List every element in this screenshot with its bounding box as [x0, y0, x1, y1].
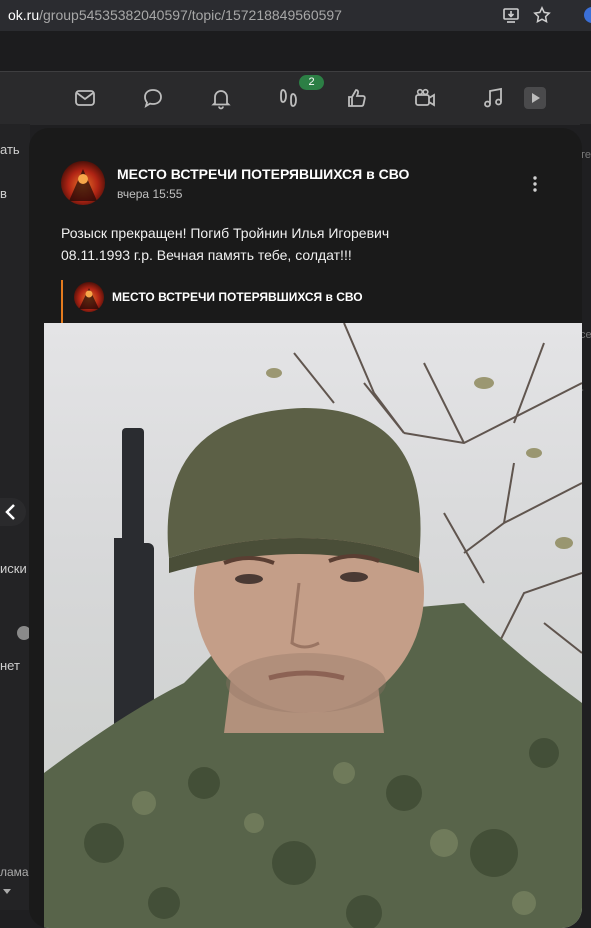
group-name[interactable]: МЕСТО ВСТРЕЧИ ПОТЕРЯВШИХСЯ в СВО	[117, 166, 409, 182]
sidebar-item-4[interactable]: нет	[0, 658, 20, 673]
bookmark-star-icon[interactable]	[533, 6, 551, 24]
chevron-left-icon	[5, 504, 15, 520]
sidebar-item-2[interactable]: в	[0, 186, 7, 201]
post-photo[interactable]	[44, 323, 582, 928]
group-avatar[interactable]	[61, 161, 105, 205]
mail-icon[interactable]	[73, 86, 97, 110]
music-icon[interactable]	[481, 86, 505, 110]
video-icon[interactable]	[413, 86, 437, 110]
play-icon[interactable]	[524, 87, 546, 109]
notification-badge: 2	[299, 75, 324, 90]
post-text-line-1: Розыск прекращен! Погиб Тройнин Илья Иго…	[61, 225, 390, 241]
repost-group-avatar[interactable]	[74, 282, 104, 312]
chevron-down-icon[interactable]	[2, 888, 12, 896]
repost-group-name[interactable]: МЕСТО ВСТРЕЧИ ПОТЕРЯВШИХСЯ в СВО	[112, 290, 363, 304]
page-header-strip	[0, 31, 591, 71]
post-time[interactable]: вчера 15:55	[117, 187, 182, 201]
url-host: ok.ru	[8, 7, 40, 23]
more-options-icon[interactable]	[525, 174, 545, 194]
install-app-icon[interactable]	[502, 6, 520, 24]
post-text: Розыск прекращен! Погиб Тройнин Илья Иго…	[61, 222, 541, 266]
browser-address-bar[interactable]: ok.ru/group54535382040597/topic/15721884…	[0, 0, 591, 32]
sidebar-item-3[interactable]: иски	[0, 561, 27, 576]
chat-icon[interactable]	[141, 86, 165, 110]
url-field[interactable]: ok.ru/group54535382040597/topic/15721884…	[8, 7, 342, 23]
profile-icon[interactable]	[583, 6, 591, 24]
sidebar-item-5[interactable]: лама	[0, 865, 29, 879]
post-modal: МЕСТО ВСТРЕЧИ ПОТЕРЯВШИХСЯ в СВО вчера 1…	[29, 128, 582, 928]
bell-icon[interactable]	[209, 86, 233, 110]
toggle-icon[interactable]	[14, 624, 30, 642]
sidebar-item-1[interactable]: ать	[0, 142, 20, 157]
back-button[interactable]	[0, 498, 26, 526]
like-icon[interactable]	[345, 86, 369, 110]
top-navigation	[0, 71, 591, 125]
guests-icon[interactable]	[277, 86, 301, 110]
soldier-photo-image	[44, 323, 582, 928]
post-text-line-2: 08.11.1993 г.р. Вечная память тебе, солд…	[61, 247, 352, 263]
url-path: /group54535382040597/topic/1572188495605…	[39, 7, 342, 23]
